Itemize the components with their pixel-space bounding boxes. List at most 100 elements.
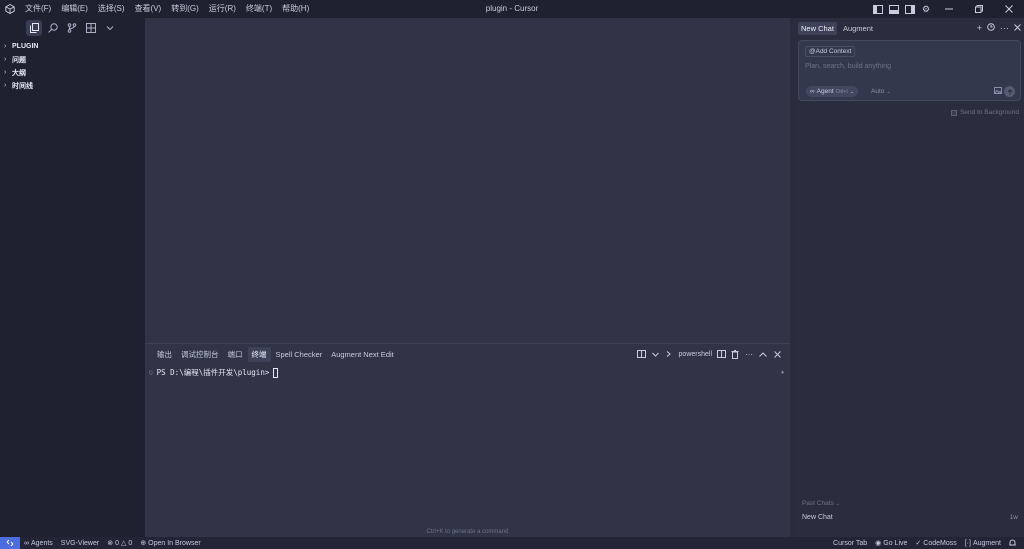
restore-icon[interactable] — [964, 0, 994, 18]
menu-terminal[interactable]: 终端(T) — [241, 0, 277, 18]
menu-edit[interactable]: 编辑(E) — [56, 0, 93, 18]
chat-input-box[interactable]: @ Add Context Plan, search, build anythi… — [798, 40, 1021, 101]
codemoss-label: CodeMoss — [923, 539, 957, 547]
model-select[interactable]: Auto ⌄ — [871, 86, 891, 97]
cursor-tab-status[interactable]: Cursor Tab — [829, 540, 871, 547]
toggle-secondary-sidebar-icon[interactable] — [902, 0, 918, 18]
status-bar: ∞ Agents SVG-Viewer ⊗ 0 △ 0 ⊕ Open In Br… — [0, 537, 1024, 549]
open-in-browser-label: Open In Browser — [148, 539, 201, 547]
image-icon[interactable] — [994, 87, 1002, 96]
tab-debug-console[interactable]: 调试控制台 — [177, 347, 223, 362]
past-chats-header[interactable]: Past Chats ⌄ — [802, 500, 840, 507]
tree-section-label: PLUGIN — [12, 43, 39, 50]
tab-augment[interactable]: Augment — [840, 22, 876, 35]
agent-mode-select[interactable]: ∞ Agent Ctrl+I ⌄ — [806, 86, 858, 97]
terminal-scrollbar[interactable]: ▲ — [781, 366, 784, 532]
plus-icon[interactable]: + — [977, 23, 982, 33]
chat-panel: New Chat Augment + ··· @ Add Context Pla… — [795, 18, 1024, 537]
tree-section-outline[interactable]: › 大纲 — [0, 66, 145, 79]
warning-count: 0 — [128, 539, 133, 547]
notifications-icon[interactable] — [1005, 539, 1020, 547]
chevron-right-icon: › — [4, 56, 7, 63]
maximize-panel-icon[interactable] — [758, 348, 768, 360]
menu-bar: 文件(F) 编辑(E) 选择(S) 查看(V) 转到(G) 运行(R) 终端(T… — [20, 0, 314, 18]
toggle-primary-sidebar-icon[interactable] — [870, 0, 886, 18]
augment-icon: [·] — [964, 539, 971, 547]
split-terminal-icon[interactable] — [716, 348, 726, 360]
cursor-logo-icon — [0, 0, 20, 18]
go-live-label: Go Live — [883, 539, 908, 547]
tab-ports[interactable]: 端口 — [224, 347, 247, 362]
command-decoration-icon: ○ — [149, 369, 153, 376]
close-panel-icon[interactable] — [772, 348, 782, 360]
explorer-tree: › PLUGIN › 问题 › 大纲 › 时间线 — [0, 38, 145, 92]
infinity-icon: ∞ — [24, 539, 29, 547]
menu-go[interactable]: 转到(G) — [166, 0, 204, 18]
remote-indicator-icon[interactable] — [0, 537, 20, 549]
infinity-icon: ∞ — [810, 88, 815, 95]
tree-section-plugin[interactable]: › PLUGIN — [0, 40, 145, 53]
menu-run[interactable]: 运行(R) — [204, 0, 241, 18]
menu-selection[interactable]: 选择(S) — [93, 0, 130, 18]
bottom-panel: 输出 调试控制台 端口 终端 Spell Checker Augment Nex… — [145, 343, 790, 537]
more-icon[interactable]: ··· — [1000, 23, 1009, 33]
new-terminal-split-icon[interactable] — [637, 348, 647, 360]
chevron-down-icon[interactable] — [102, 20, 118, 36]
at-icon: @ — [809, 48, 816, 55]
chevron-down-icon[interactable] — [651, 348, 661, 360]
history-icon[interactable] — [987, 23, 995, 33]
codemoss-status[interactable]: ✓ CodeMoss — [911, 539, 960, 548]
menu-help[interactable]: 帮助(H) — [277, 0, 314, 18]
add-context-button[interactable]: @ Add Context — [805, 46, 856, 57]
agent-label: Agent — [816, 88, 834, 95]
send-to-background-toggle[interactable]: Send to Background — [951, 109, 1019, 116]
menu-file[interactable]: 文件(F) — [20, 0, 56, 18]
toggle-panel-icon[interactable] — [886, 0, 902, 18]
more-icon[interactable]: ··· — [744, 348, 754, 360]
terminal-cursor — [273, 367, 279, 378]
tab-spell-checker[interactable]: Spell Checker — [272, 348, 327, 361]
tab-output[interactable]: 输出 — [153, 347, 176, 362]
editor-area[interactable] — [145, 18, 790, 343]
past-chat-time: 1w — [1009, 514, 1018, 521]
chevron-down-icon: ⌄ — [835, 501, 840, 507]
go-live-status[interactable]: ◉ Go Live — [871, 539, 911, 548]
agents-status[interactable]: ∞ Agents — [20, 540, 57, 547]
extensions-icon[interactable] — [83, 20, 99, 36]
send-to-background-checkbox[interactable] — [951, 109, 958, 116]
chat-input-placeholder[interactable]: Plan, search, build anything — [805, 63, 891, 70]
error-icon: ⊗ — [107, 540, 114, 547]
terminal[interactable]: ○ PS D:\编程\插件开发\plugin> ▲ Ctrl+K to gene… — [145, 364, 790, 538]
tab-terminal[interactable]: 终端 — [247, 346, 271, 362]
send-button[interactable] — [1004, 86, 1015, 97]
model-label: Auto — [871, 88, 885, 95]
error-count: 0 — [115, 539, 119, 547]
shell-name[interactable]: powershell — [679, 348, 712, 360]
augment-status[interactable]: [·] Augment — [961, 540, 1005, 547]
tree-section-problems[interactable]: › 问题 — [0, 53, 145, 66]
search-icon[interactable] — [45, 20, 61, 36]
problems-status[interactable]: ⊗ 0 △ 0 — [103, 539, 136, 548]
trash-icon[interactable] — [730, 348, 740, 360]
tab-augment-next-edit[interactable]: Augment Next Edit — [327, 348, 398, 361]
explorer-icon[interactable] — [26, 20, 42, 36]
menu-view[interactable]: 查看(V) — [130, 0, 167, 18]
chevron-down-icon: ⌄ — [849, 88, 854, 95]
chevron-down-icon: ⌄ — [886, 88, 891, 95]
gear-icon[interactable]: ⚙ — [918, 0, 934, 18]
svg-viewer-status[interactable]: SVG-Viewer — [57, 540, 103, 547]
cursor-tab-label: Cursor Tab — [833, 539, 868, 547]
minimize-icon[interactable] — [934, 0, 964, 18]
scroll-up-icon[interactable]: ▲ — [781, 369, 784, 375]
augment-label: Augment — [972, 539, 1001, 547]
source-control-icon[interactable] — [64, 20, 80, 36]
tab-new-chat[interactable]: New Chat — [798, 21, 837, 35]
panel-actions: powershell ··· — [637, 344, 782, 364]
check-icon: ✓ — [915, 540, 922, 547]
open-in-browser-status[interactable]: ⊕ Open In Browser — [136, 539, 204, 548]
warning-icon: △ — [120, 540, 127, 547]
tree-section-timeline[interactable]: › 时间线 — [0, 79, 145, 92]
close-icon[interactable] — [1014, 23, 1021, 33]
past-chat-item[interactable]: New Chat — [802, 514, 833, 521]
close-icon[interactable] — [994, 0, 1024, 18]
